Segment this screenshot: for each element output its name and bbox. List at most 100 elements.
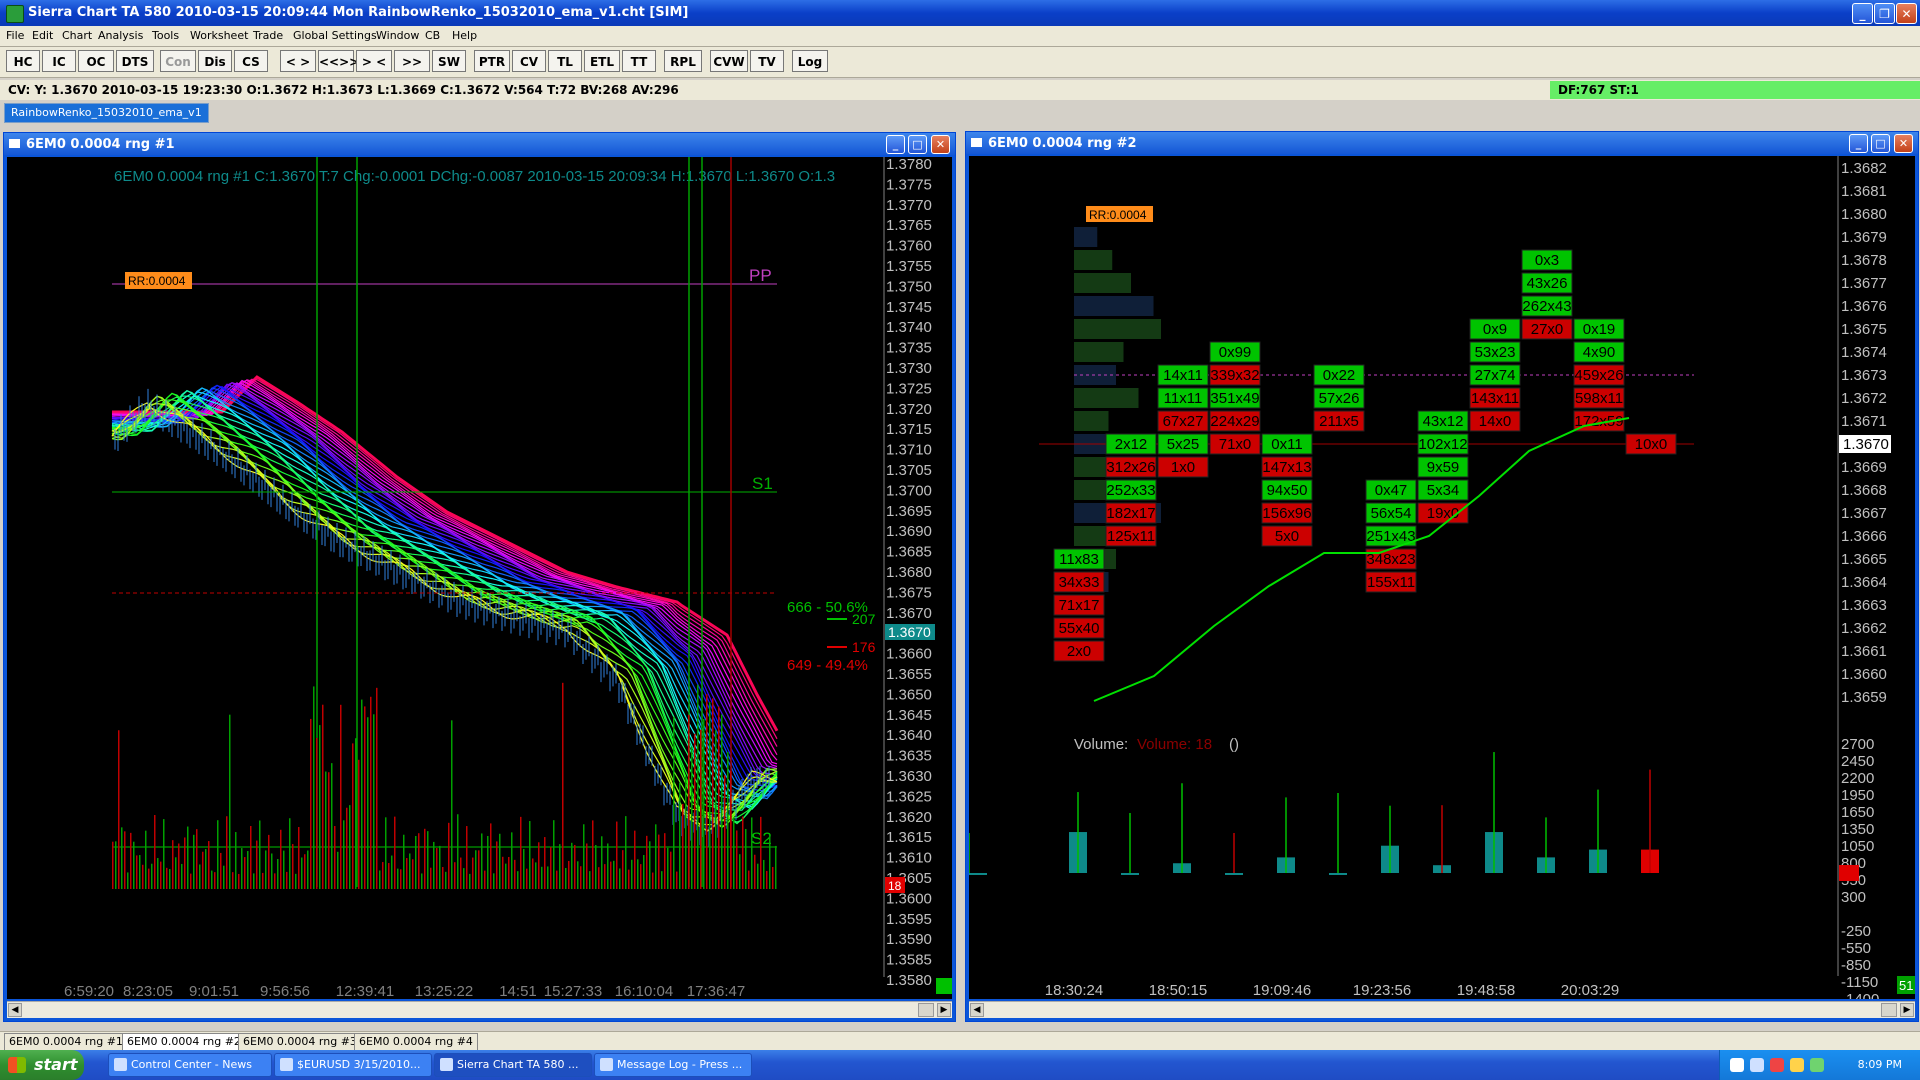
y-axis-label: 1.3755 <box>886 258 932 275</box>
volume-bar <box>706 694 708 889</box>
menu-tools[interactable]: Tools <box>152 29 179 42</box>
volume-bar <box>769 835 771 889</box>
scroll-thumb[interactable] <box>1881 1003 1897 1017</box>
chart1-maximize-button[interactable]: □ <box>908 135 927 154</box>
menu-chart[interactable]: Chart <box>62 29 92 42</box>
security-tray-icon[interactable] <box>1770 1058 1784 1072</box>
volume-bar <box>969 873 987 875</box>
toolbar-button-dis[interactable]: Dis <box>198 50 232 72</box>
network-tray-icon[interactable] <box>1750 1058 1764 1072</box>
volume-bar <box>223 865 225 889</box>
menu-cb[interactable]: CB <box>425 29 440 42</box>
taskbar-item-message-log[interactable]: Message Log - Press ... <box>594 1053 752 1077</box>
restore-button[interactable]: ❐ <box>1874 3 1895 24</box>
minimize-button[interactable]: _ <box>1852 3 1873 24</box>
taskbar-item-sierra-chart[interactable]: Sierra Chart TA 580 ... <box>434 1053 592 1077</box>
volume-bar <box>211 870 213 889</box>
volume-bar <box>229 714 231 889</box>
task-label: $EURUSD 3/15/2010... <box>297 1058 421 1071</box>
volume-tray-icon[interactable] <box>1790 1058 1804 1072</box>
chart-2-canvas[interactable]: 1.3682 1.3681 1.3680 1.3679 1.3678 1.3677 1.36… <box>969 156 1915 999</box>
toolbar-button-tt[interactable]: TT <box>622 50 656 72</box>
toolbar-button-con[interactable]: Con <box>160 50 196 72</box>
chart1-horizontal-scrollbar[interactable]: ◀ ▶ <box>7 1001 952 1018</box>
toolbar-button-etl[interactable]: ETL <box>584 50 620 72</box>
volume-bar <box>478 850 480 889</box>
menu-worksheet[interactable]: Worksheet <box>190 29 248 42</box>
chart-1-canvas[interactable]: 1.3780 1.3775 1.3770 1.3765 1.3760 1.3755 1.37… <box>7 157 952 999</box>
chart-tab-4[interactable]: 6EM0 0.0004 rng #4 <box>354 1033 478 1051</box>
chart2-minimize-button[interactable]: _ <box>1849 134 1868 153</box>
chart-tab-3[interactable]: 6EM0 0.0004 rng #3 <box>238 1033 362 1051</box>
toolbar-button-scroll-in[interactable]: > < <box>356 50 392 72</box>
volume-bar <box>463 868 465 889</box>
chart2-horizontal-scrollbar[interactable]: ◀ ▶ <box>969 1001 1915 1018</box>
toolbar-button-ptr[interactable]: PTR <box>474 50 510 72</box>
footprint-cell-label: 0x3 <box>1535 252 1559 269</box>
chart2-maximize-button[interactable]: □ <box>1871 134 1890 153</box>
chart1-close-button[interactable]: ✕ <box>931 135 950 154</box>
toolbar-button-ic[interactable]: IC <box>42 50 76 72</box>
toolbar-button-tl[interactable]: TL <box>548 50 582 72</box>
menu-analysis[interactable]: Analysis <box>98 29 143 42</box>
toolbar-button-cvw[interactable]: CVW <box>710 50 748 72</box>
menu-trade[interactable]: Trade <box>253 29 283 42</box>
y-axis-label: 1.3673 <box>1841 367 1887 384</box>
toolbar-button-scroll-out[interactable]: < > <box>280 50 316 72</box>
chart-window-2-titlebar[interactable]: 6EM0 0.0004 rng #2 _ □ ✕ <box>966 132 1918 154</box>
scroll-right-arrow[interactable]: ▶ <box>1900 1003 1914 1017</box>
help-tray-icon[interactable] <box>1730 1058 1744 1072</box>
chart-window-1[interactable]: 6EM0 0.0004 rng #1 _ □ ✕ 1.3780 1.3775 1.3… <box>3 132 956 1022</box>
volume-bar <box>604 864 606 889</box>
toolbar-button-sw[interactable]: SW <box>432 50 466 72</box>
toolbar-button-oc[interactable]: OC <box>78 50 114 72</box>
menu-edit[interactable]: Edit <box>32 29 53 42</box>
volume-bar <box>511 832 513 889</box>
volume-axis-label: 1350 <box>1841 821 1874 838</box>
footprint-cell-label: 43x26 <box>1527 275 1568 292</box>
volume-bar <box>166 867 168 889</box>
menu-help[interactable]: Help <box>452 29 477 42</box>
y-axis-label: 1.3710 <box>886 442 932 459</box>
menu-file[interactable]: File <box>6 29 24 42</box>
footprint-cell-label: 43x12 <box>1423 413 1464 430</box>
chart-window-2[interactable]: 6EM0 0.0004 rng #2 _ □ ✕ 1.3682 1.3681 1.3… <box>965 131 1919 1022</box>
scroll-thumb[interactable] <box>918 1003 934 1017</box>
taskbar-item-control-center[interactable]: Control Center - News <box>108 1053 272 1077</box>
scroll-left-arrow[interactable]: ◀ <box>970 1003 984 1017</box>
chart-tab-1[interactable]: 6EM0 0.0004 rng #1 <box>4 1033 128 1051</box>
app-tray-icon[interactable] <box>1810 1058 1824 1072</box>
menu-window[interactable]: Window <box>376 29 419 42</box>
chart-tab-2[interactable]: 6EM0 0.0004 rng #2 <box>122 1033 246 1051</box>
close-button[interactable]: ✕ <box>1896 3 1917 24</box>
footprint-cell-label: 67x27 <box>1163 413 1204 430</box>
volume-bar <box>619 868 621 889</box>
volume-bar <box>1225 873 1243 875</box>
volume-bar <box>763 859 765 889</box>
scroll-right-arrow[interactable]: ▶ <box>937 1003 951 1017</box>
toolbar-button-scroll-inner[interactable]: >><< <box>394 50 430 91</box>
toolbar-button-log[interactable]: Log <box>792 50 828 72</box>
volume-subgraph-title: Volume: <box>1074 736 1128 753</box>
toolbar-button-tv[interactable]: TV <box>750 50 784 72</box>
volume-bar <box>502 856 504 889</box>
chart2-close-button[interactable]: ✕ <box>1894 134 1913 153</box>
scroll-left-arrow[interactable]: ◀ <box>8 1003 22 1017</box>
menu-global-settings[interactable]: Global Settings <box>293 29 377 42</box>
toolbar-button-cs[interactable]: CS <box>234 50 268 72</box>
volume-bar <box>544 837 546 889</box>
chartbook-tab[interactable]: RainbowRenko_15032010_ema_v1 <box>4 103 209 123</box>
toolbar-button-dts[interactable]: DTS <box>116 50 154 72</box>
toolbar-button-rpl[interactable]: RPL <box>664 50 702 72</box>
toolbar-button-scroll-outer[interactable]: <<>> <box>318 50 359 72</box>
volume-bar <box>139 855 141 889</box>
chart-window-1-titlebar[interactable]: 6EM0 0.0004 rng #1 _ □ ✕ <box>4 133 955 155</box>
taskbar-item-eurusd[interactable]: $EURUSD 3/15/2010... <box>274 1053 432 1077</box>
volume-bar <box>697 684 699 889</box>
start-button[interactable]: start <box>0 1050 84 1080</box>
chart1-minimize-button[interactable]: _ <box>886 135 905 154</box>
toolbar-button-hc[interactable]: HC <box>6 50 40 72</box>
volume-bar <box>313 686 315 889</box>
toolbar-button-cv[interactable]: CV <box>512 50 546 72</box>
ema-band-line <box>111 378 778 747</box>
